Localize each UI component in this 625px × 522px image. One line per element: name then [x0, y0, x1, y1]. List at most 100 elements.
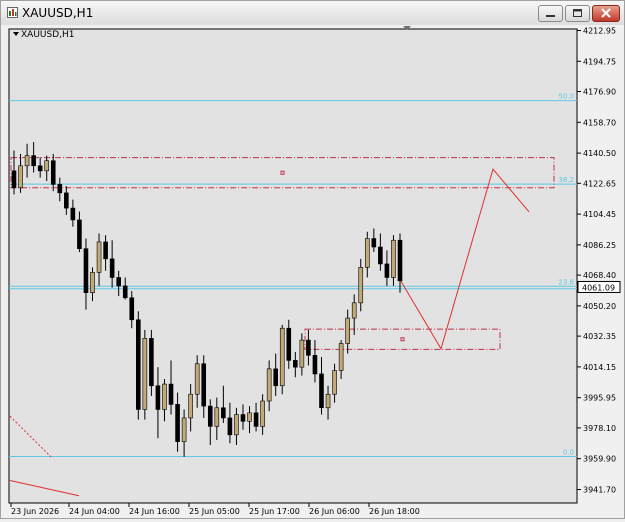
time-tick-label: 24 Jun 04:00: [69, 507, 120, 516]
price-chart[interactable]: 50.0 38.2 23.6 0.0 4212.95 4194.75 4176.90 415…: [1, 25, 624, 518]
window-titlebar[interactable]: XAUUSD,H1: [1, 1, 624, 25]
candle-body: [286, 327, 292, 361]
candle-body: [162, 383, 167, 410]
candle-body: [214, 407, 220, 427]
price-tick-label: 4158.70: [583, 118, 616, 127]
candle-body: [299, 339, 305, 368]
price-tick-label: 4050.20: [583, 302, 616, 311]
candle-body: [168, 383, 174, 405]
candle-body: [240, 414, 246, 422]
close-button[interactable]: [592, 5, 620, 22]
candle-body: [136, 319, 141, 410]
price-axis: 4212.95 4194.75 4176.90 4158.70 4140.50 4122.…: [577, 27, 621, 495]
candle-body: [391, 239, 396, 278]
candle-body: [31, 155, 36, 167]
candle-body: [70, 207, 76, 221]
candle-body: [293, 360, 298, 368]
candle-body: [221, 407, 226, 419]
candle-body: [247, 412, 252, 422]
candle-body: [266, 368, 272, 402]
candle-body: [188, 393, 193, 419]
time-tick-label: 26 Jun 18:00: [369, 507, 420, 516]
price-tick-label: 3978.10: [583, 424, 616, 433]
price-tick-label: 3959.90: [583, 455, 616, 464]
candle-body: [332, 370, 337, 395]
candle-body: [44, 160, 50, 172]
candle-body: [378, 246, 383, 265]
fibonacci-level-label: 38.2: [558, 176, 574, 184]
price-tick-label: 4014.15: [583, 363, 616, 372]
time-tick-label: 25 Jun 05:00: [189, 507, 240, 516]
price-tick-label: 4032.35: [583, 332, 616, 341]
candle-body: [227, 417, 233, 436]
candle-body: [149, 338, 154, 387]
time-tick-label: 23 Jun 2026: [11, 507, 59, 516]
candle-body: [207, 405, 213, 427]
candle-body: [273, 368, 278, 387]
chart-area[interactable]: 50.0 38.2 23.6 0.0 4212.95 4194.75 4176.90 415…: [1, 25, 624, 518]
time-tick-label: 26 Jun 06:00: [309, 507, 360, 516]
candle-body: [109, 258, 115, 278]
window-title: XAUUSD,H1: [22, 6, 94, 20]
chart-app-icon: [7, 7, 18, 18]
candle-body: [384, 263, 390, 278]
candle-body: [155, 385, 161, 410]
candle-body: [234, 414, 239, 436]
price-tick-label: 4140.50: [583, 149, 616, 158]
candle-body: [351, 302, 357, 319]
candle-body: [181, 417, 187, 442]
candle-body: [371, 238, 377, 248]
price-tick-label: 4104.45: [583, 210, 616, 219]
maximize-button[interactable]: [565, 5, 590, 22]
candle-body: [175, 404, 180, 442]
candle-body: [279, 327, 285, 387]
time-tick-label: 25 Jun 17:00: [249, 507, 300, 516]
candle-body: [116, 277, 121, 287]
candle-body: [57, 184, 63, 194]
candle-body: [253, 412, 259, 427]
price-tick-label: 3941.70: [583, 486, 616, 495]
candle-body: [64, 192, 69, 209]
minimize-button[interactable]: [538, 5, 563, 22]
fibonacci-level-label: 0.0: [563, 449, 574, 457]
candle-body: [325, 393, 331, 409]
minimize-icon: [546, 15, 555, 17]
candle-body: [142, 338, 148, 410]
candle-body: [306, 339, 311, 356]
price-tick-label: 4212.95: [583, 27, 616, 36]
candle-body: [319, 373, 324, 409]
candle-body: [397, 239, 403, 282]
chart-window: XAUUSD,H1 50.0 38.2 23.6 0.0 4212.95 4194.75…: [0, 0, 625, 519]
candle-body: [90, 272, 95, 294]
candle-body: [96, 241, 102, 273]
candle-body: [103, 241, 108, 260]
candle-body: [312, 355, 318, 375]
candle-body: [11, 170, 17, 189]
price-tick-label: 4194.75: [583, 57, 616, 66]
candle-body: [358, 267, 364, 304]
price-tick-label: 3995.95: [583, 394, 616, 403]
time-axis: 23 Jun 2026 24 Jun 04:00 24 Jun 16:00 25 Ju…: [10, 503, 420, 516]
plot-background: [8, 28, 578, 504]
price-tick-label: 4122.65: [583, 179, 616, 188]
candle-body: [50, 160, 56, 185]
close-icon: [601, 8, 611, 18]
candle-body: [194, 363, 200, 395]
candle-body: [260, 400, 265, 427]
candle-body: [37, 165, 43, 172]
price-tick-label: 4086.25: [583, 241, 616, 250]
candle-body: [83, 248, 89, 294]
chart-symbol-label: XAUUSD,H1: [21, 30, 75, 40]
candle-body: [345, 317, 350, 344]
time-tick-label: 24 Jun 16:00: [129, 507, 180, 516]
candle-body: [201, 363, 207, 407]
candle-body: [18, 165, 23, 189]
candle-body: [129, 297, 135, 321]
fibonacci-level-label: 23.6: [558, 278, 574, 286]
price-tick-label: 4176.90: [583, 88, 616, 97]
candle-body: [338, 343, 344, 371]
restore-icon: [573, 9, 582, 17]
fibonacci-level-label: 50.0: [558, 93, 574, 101]
candle-body: [364, 238, 370, 268]
candle-body: [24, 155, 30, 167]
